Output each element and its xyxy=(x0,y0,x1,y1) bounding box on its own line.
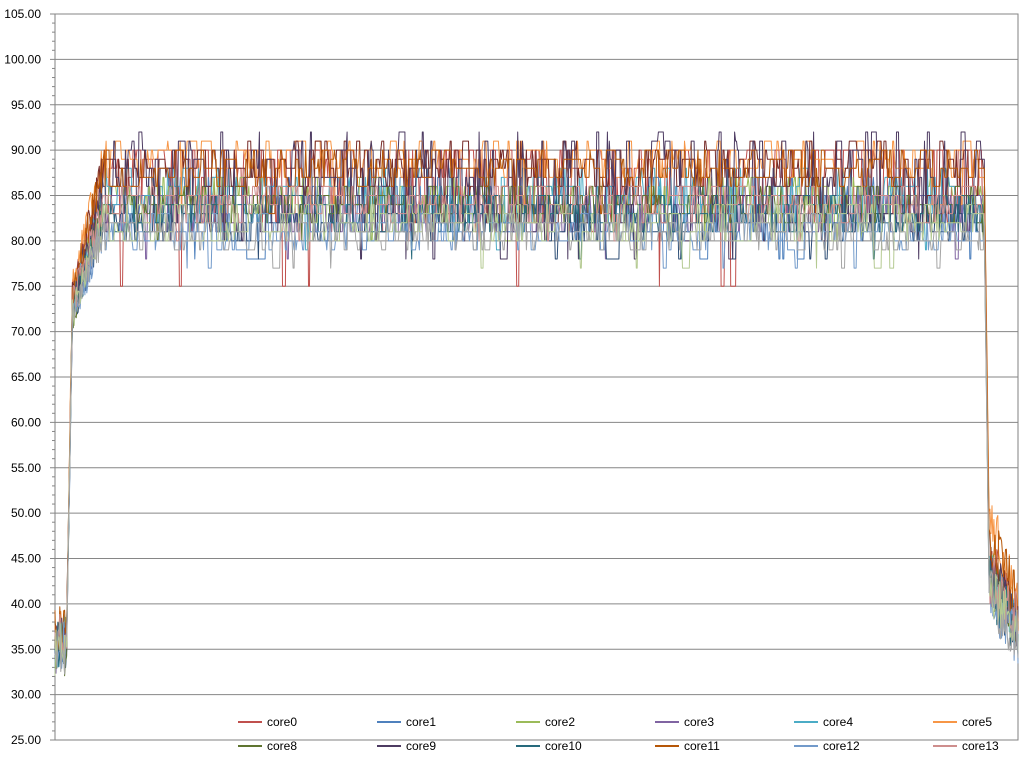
legend-item-core10: core10 xyxy=(516,739,582,753)
y-tick-label: 70.00 xyxy=(11,325,41,339)
y-tick-label: 95.00 xyxy=(11,98,41,112)
legend-label: core9 xyxy=(406,739,436,753)
y-tick-label: 50.00 xyxy=(11,506,41,520)
legend-label: core3 xyxy=(684,715,714,729)
y-tick-label: 100.00 xyxy=(4,52,41,66)
y-tick-label: 25.00 xyxy=(11,733,41,747)
y-tick-label: 90.00 xyxy=(11,143,41,157)
y-tick-label: 45.00 xyxy=(11,552,41,566)
y-tick-label: 30.00 xyxy=(11,688,41,702)
y-tick-label: 35.00 xyxy=(11,642,41,656)
y-tick-label: 55.00 xyxy=(11,461,41,475)
y-tick-label: 80.00 xyxy=(11,234,41,248)
legend-label: core10 xyxy=(545,739,582,753)
y-axis: 25.00 30.00 35.00 40.00 45.00 50.00 55.00 60.00… xyxy=(4,7,55,747)
legend-item-core12: core12 xyxy=(794,739,860,753)
legend-label: core1 xyxy=(406,715,436,729)
y-tick-label: 105.00 xyxy=(4,7,41,21)
y-tick-label: 60.00 xyxy=(11,415,41,429)
legend-label: core0 xyxy=(267,715,297,729)
legend-label: core13 xyxy=(962,739,999,753)
y-tick-label: 40.00 xyxy=(11,597,41,611)
legend-item-core9: core9 xyxy=(377,739,436,753)
legend-item-core13: core13 xyxy=(933,739,999,753)
y-tick-label: 65.00 xyxy=(11,370,41,384)
legend-label: core5 xyxy=(962,715,992,729)
legend-label: core11 xyxy=(684,739,720,753)
line-chart: 25.00 30.00 35.00 40.00 45.00 50.00 55.00 60.00… xyxy=(4,7,1019,753)
legend-item-core8: core8 xyxy=(238,739,297,753)
legend-label: core4 xyxy=(823,715,853,729)
y-tick-label: 85.00 xyxy=(11,189,41,203)
legend-label: core2 xyxy=(545,715,575,729)
y-tick-label: 75.00 xyxy=(11,279,41,293)
legend-item-core11: core11 xyxy=(655,739,720,753)
legend-label: core12 xyxy=(823,739,860,753)
legend-label: core8 xyxy=(267,739,297,753)
